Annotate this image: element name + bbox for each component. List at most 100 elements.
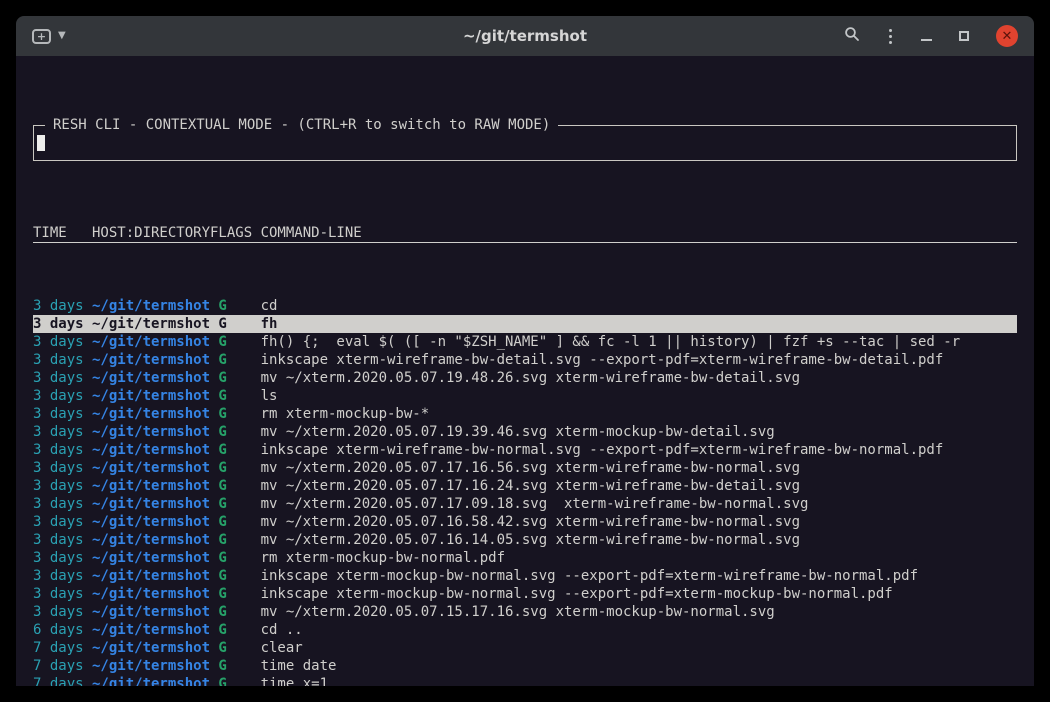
row-flags: G [218,657,260,675]
row-flags: G [218,549,260,567]
header-command: COMMAND-LINE [261,224,1017,242]
row-command: mv ~/xterm.2020.05.07.17.09.18.svg xterm… [261,495,1017,513]
history-row[interactable]: 3 days ~/git/termshot G mv ~/xterm.2020.… [33,423,1017,441]
row-time: 3 days [33,531,92,549]
row-flags: G [218,639,260,657]
row-flags: G [218,621,260,639]
row-flags: G [218,603,260,621]
history-row[interactable]: 3 days ~/git/termshot G mv ~/xterm.2020.… [33,531,1017,549]
row-command: rm xterm-mockup-bw-normal.pdf [261,549,1017,567]
row-directory: ~/git/termshot [92,621,218,639]
row-flags: G [218,513,260,531]
history-row[interactable]: 3 days ~/git/termshot G rm xterm-mockup-… [33,549,1017,567]
row-time: 3 days [33,387,92,405]
row-directory: ~/git/termshot [92,441,218,459]
row-command: clear [261,639,1017,657]
row-time: 3 days [33,333,92,351]
row-command: time date [261,657,1017,675]
row-time: 3 days [33,477,92,495]
resh-mode-title: RESH CLI - CONTEXTUAL MODE - (CTRL+R to … [45,116,558,134]
history-rows: 3 days ~/git/termshot G cd 3 days ~/git/… [33,297,1017,686]
row-command: mv ~/xterm.2020.05.07.17.16.24.svg xterm… [261,477,1017,495]
menu-kebab-icon[interactable] [887,27,894,46]
row-directory: ~/git/termshot [92,513,218,531]
row-command: rm xterm-mockup-bw-* [261,405,1017,423]
row-command: inkscape xterm-wireframe-bw-normal.svg -… [261,441,1017,459]
search-icon[interactable] [844,26,860,46]
row-directory: ~/git/termshot [92,477,218,495]
row-time: 3 days [33,369,92,387]
row-directory: ~/git/termshot [92,603,218,621]
minimize-button[interactable] [921,39,932,41]
row-directory: ~/git/termshot [92,639,218,657]
history-row[interactable]: 3 days ~/git/termshot G ls [33,387,1017,405]
row-directory: ~/git/termshot [92,585,218,603]
row-directory: ~/git/termshot [92,675,218,686]
row-time: 3 days [33,585,92,603]
resh-search-box[interactable]: RESH CLI - CONTEXTUAL MODE - (CTRL+R to … [33,125,1017,161]
history-row[interactable]: 3 days ~/git/termshot G mv ~/xterm.2020.… [33,603,1017,621]
row-command: time x=1 [261,675,1017,686]
row-command: mv ~/xterm.2020.05.07.16.58.42.svg xterm… [261,513,1017,531]
row-directory: ~/git/termshot [92,459,218,477]
row-time: 3 days [33,567,92,585]
row-directory: ~/git/termshot [92,495,218,513]
row-command: mv ~/xterm.2020.05.07.15.17.16.svg xterm… [261,603,1017,621]
history-row[interactable]: 7 days ~/git/termshot G time date [33,657,1017,675]
history-row[interactable]: 3 days ~/git/termshot G inkscape xterm-m… [33,585,1017,603]
row-command: fh [261,315,1017,333]
row-command: cd [261,297,1017,315]
row-time: 3 days [33,603,92,621]
history-row[interactable]: 3 days ~/git/termshot G mv ~/xterm.2020.… [33,477,1017,495]
close-button[interactable]: ✕ [996,25,1018,47]
row-directory: ~/git/termshot [92,369,218,387]
row-flags: G [218,387,260,405]
row-time: 3 days [33,297,92,315]
row-time: 3 days [33,405,92,423]
history-row[interactable]: 3 days ~/git/termshot G inkscape xterm-w… [33,351,1017,369]
row-flags: G [218,531,260,549]
row-directory: ~/git/termshot [92,315,218,333]
history-row[interactable]: 3 days ~/git/termshot G inkscape xterm-m… [33,567,1017,585]
history-row[interactable]: 3 days ~/git/termshot G fh [33,315,1017,333]
row-flags: G [218,459,260,477]
row-directory: ~/git/termshot [92,567,218,585]
history-row[interactable]: 7 days ~/git/termshot G clear [33,639,1017,657]
row-time: 3 days [33,423,92,441]
row-directory: ~/git/termshot [92,387,218,405]
row-flags: G [218,675,260,686]
history-row[interactable]: 3 days ~/git/termshot G mv ~/xterm.2020.… [33,513,1017,531]
row-time: 3 days [33,315,92,333]
row-time: 7 days [33,639,92,657]
header-flags: FLAGS [210,224,261,242]
row-flags: G [218,567,260,585]
row-command: fh() {; eval $( ([ -n "$ZSH_NAME" ] && f… [261,333,1017,351]
row-command: mv ~/xterm.2020.05.07.17.16.56.svg xterm… [261,459,1017,477]
restore-button[interactable] [959,31,969,41]
history-row[interactable]: 7 days ~/git/termshot G time x=1 [33,675,1017,686]
row-command: ls [261,387,1017,405]
history-row[interactable]: 6 days ~/git/termshot G cd .. [33,621,1017,639]
row-time: 7 days [33,657,92,675]
chevron-down-icon[interactable]: ▼ [58,31,66,41]
row-time: 7 days [33,675,92,686]
row-directory: ~/git/termshot [92,297,218,315]
new-tab-button[interactable]: + [32,29,51,44]
row-time: 3 days [33,549,92,567]
history-header: TIME HOST:DIRECTORY FLAGS COMMAND-LINE [33,224,1017,243]
history-row[interactable]: 3 days ~/git/termshot G fh() {; eval $( … [33,333,1017,351]
row-command: mv ~/xterm.2020.05.07.19.48.26.svg xterm… [261,369,1017,387]
row-directory: ~/git/termshot [92,405,218,423]
row-directory: ~/git/termshot [92,657,218,675]
row-command: inkscape xterm-mockup-bw-normal.svg --ex… [261,585,1017,603]
history-row[interactable]: 3 days ~/git/termshot G mv ~/xterm.2020.… [33,495,1017,513]
history-row[interactable]: 3 days ~/git/termshot G mv ~/xterm.2020.… [33,459,1017,477]
history-row[interactable]: 3 days ~/git/termshot G cd [33,297,1017,315]
row-directory: ~/git/termshot [92,549,218,567]
row-time: 3 days [33,495,92,513]
row-flags: G [218,441,260,459]
history-row[interactable]: 3 days ~/git/termshot G mv ~/xterm.2020.… [33,369,1017,387]
row-flags: G [218,585,260,603]
history-row[interactable]: 3 days ~/git/termshot G rm xterm-mockup-… [33,405,1017,423]
history-row[interactable]: 3 days ~/git/termshot G inkscape xterm-w… [33,441,1017,459]
